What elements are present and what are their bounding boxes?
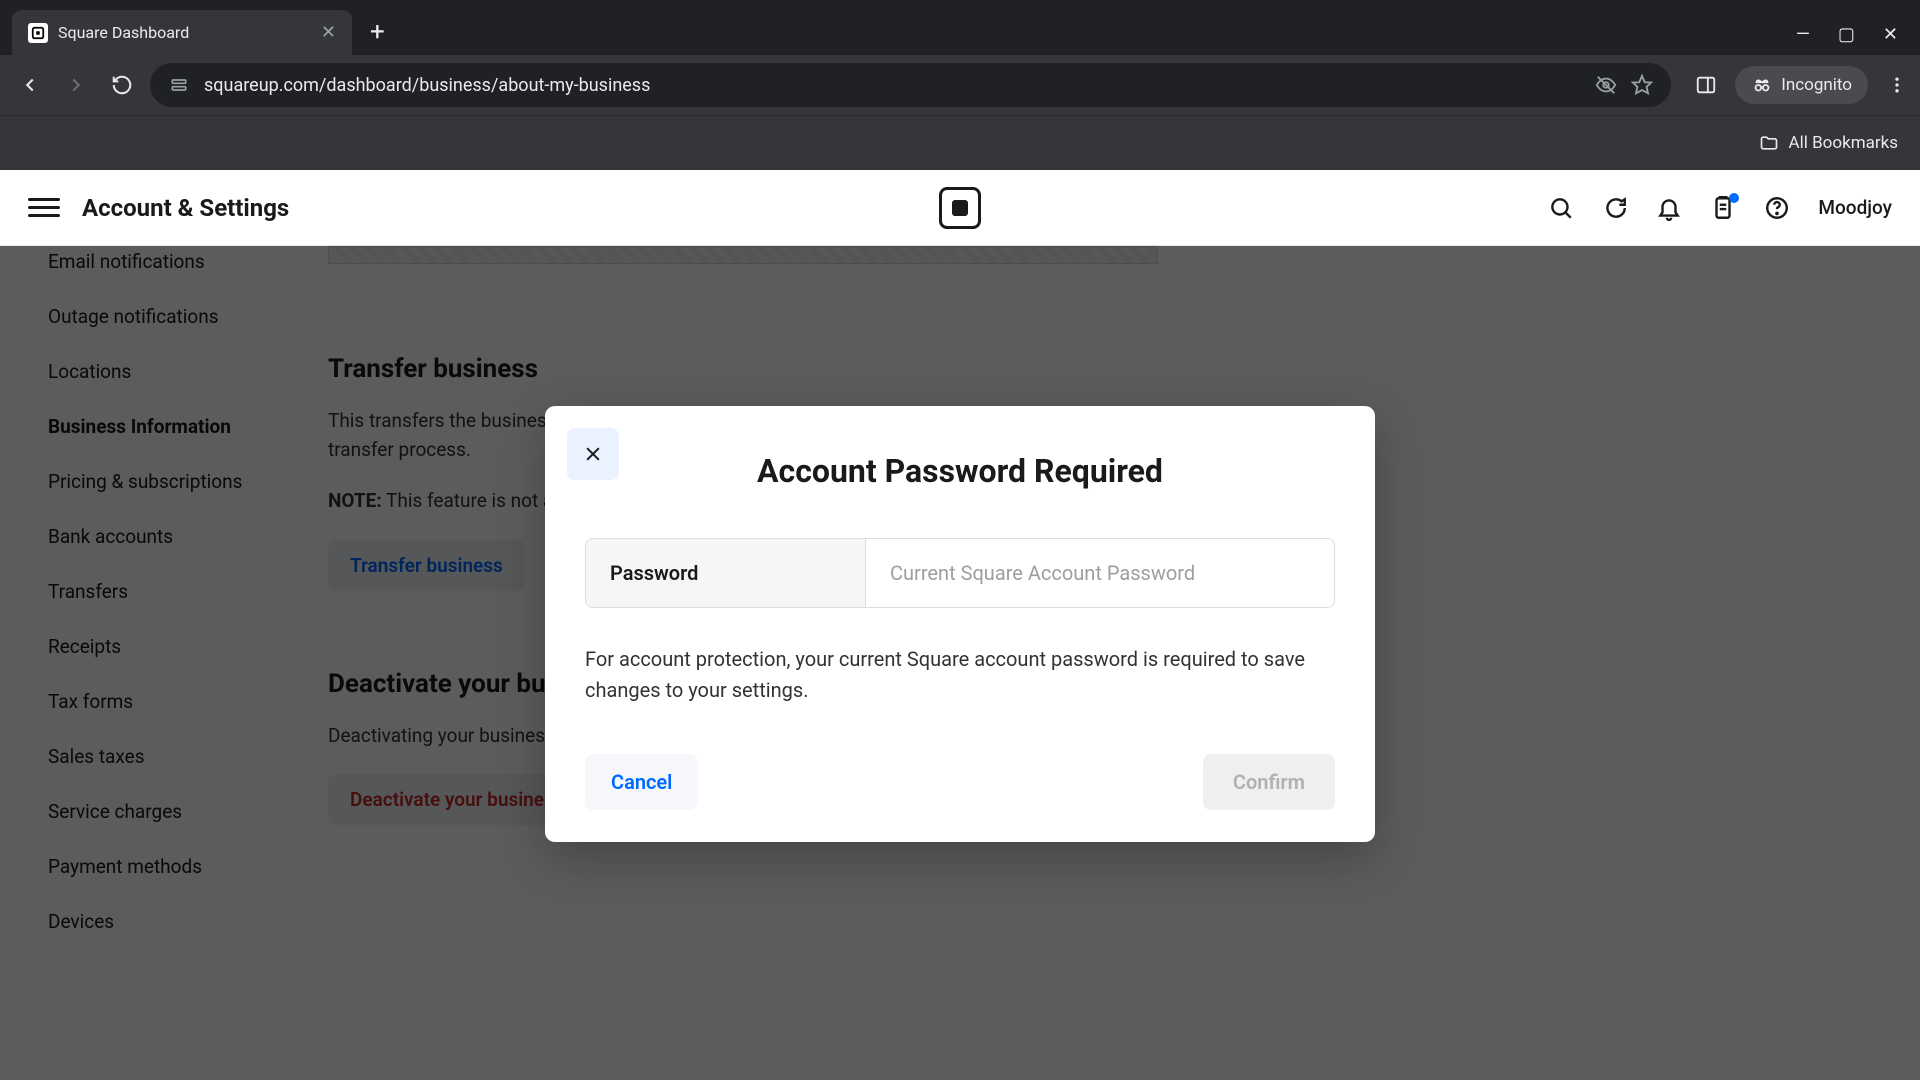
modal-close-button[interactable] [567,428,619,480]
chat-icon[interactable] [1602,195,1628,221]
password-label: Password [586,539,866,607]
new-tab-button[interactable]: + [352,17,403,55]
browser-tab[interactable]: Square Dashboard ✕ [12,10,352,55]
modal-title: Account Password Required [585,452,1335,490]
side-panel-icon[interactable] [1695,74,1717,96]
notification-dot [1729,193,1739,203]
toolbar-right: Incognito [1695,66,1908,104]
forward-button[interactable] [58,67,94,103]
header-actions: Moodjoy [1548,195,1892,221]
modal-overlay[interactable]: Account Password Required Password For a… [0,246,1920,1080]
bookmarks-bar: All Bookmarks [0,115,1920,170]
browser-menu-icon[interactable] [1886,74,1908,96]
page-title: Account & Settings [82,194,289,222]
window-controls: — ▢ ✕ [1796,24,1920,55]
cancel-button[interactable]: Cancel [585,754,698,810]
bookmark-star-icon[interactable] [1631,74,1653,96]
minimize-icon[interactable]: — [1796,24,1810,45]
menu-icon[interactable] [28,192,60,224]
password-modal: Account Password Required Password For a… [545,406,1375,842]
tab-close-icon[interactable]: ✕ [321,22,336,43]
square-favicon [28,23,48,43]
maximize-icon[interactable]: ▢ [1838,24,1855,45]
tab-bar: Square Dashboard ✕ + — ▢ ✕ [0,0,1920,55]
all-bookmarks-label: All Bookmarks [1789,133,1898,153]
app-viewport: Account & Settings Moodjoy [0,170,1920,1080]
help-icon[interactable] [1764,195,1790,221]
toolbar: squareup.com/dashboard/business/about-my… [0,55,1920,115]
square-logo[interactable] [939,187,981,229]
incognito-badge[interactable]: Incognito [1735,66,1868,104]
site-settings-icon[interactable] [168,74,190,96]
search-icon[interactable] [1548,195,1574,221]
back-button[interactable] [12,67,48,103]
notifications-icon[interactable] [1656,195,1682,221]
tasks-icon[interactable] [1710,195,1736,221]
close-window-icon[interactable]: ✕ [1883,24,1898,45]
modal-description: For account protection, your current Squ… [585,644,1335,706]
url-text: squareup.com/dashboard/business/about-my… [204,75,1581,96]
browser-chrome: Square Dashboard ✕ + — ▢ ✕ squareup.com/… [0,0,1920,170]
app-header: Account & Settings Moodjoy [0,170,1920,246]
reload-button[interactable] [104,67,140,103]
address-bar[interactable]: squareup.com/dashboard/business/about-my… [150,63,1671,107]
confirm-button[interactable]: Confirm [1203,754,1335,810]
incognito-label: Incognito [1781,75,1852,95]
user-menu[interactable]: Moodjoy [1818,196,1892,219]
tab-title: Square Dashboard [58,23,311,42]
app-body: Email notifications Outage notifications… [0,246,1920,1080]
password-field-row: Password [585,538,1335,608]
modal-actions: Cancel Confirm [585,754,1335,810]
password-input[interactable] [866,539,1334,607]
visibility-off-icon[interactable] [1595,74,1617,96]
all-bookmarks-button[interactable]: All Bookmarks [1759,133,1898,153]
